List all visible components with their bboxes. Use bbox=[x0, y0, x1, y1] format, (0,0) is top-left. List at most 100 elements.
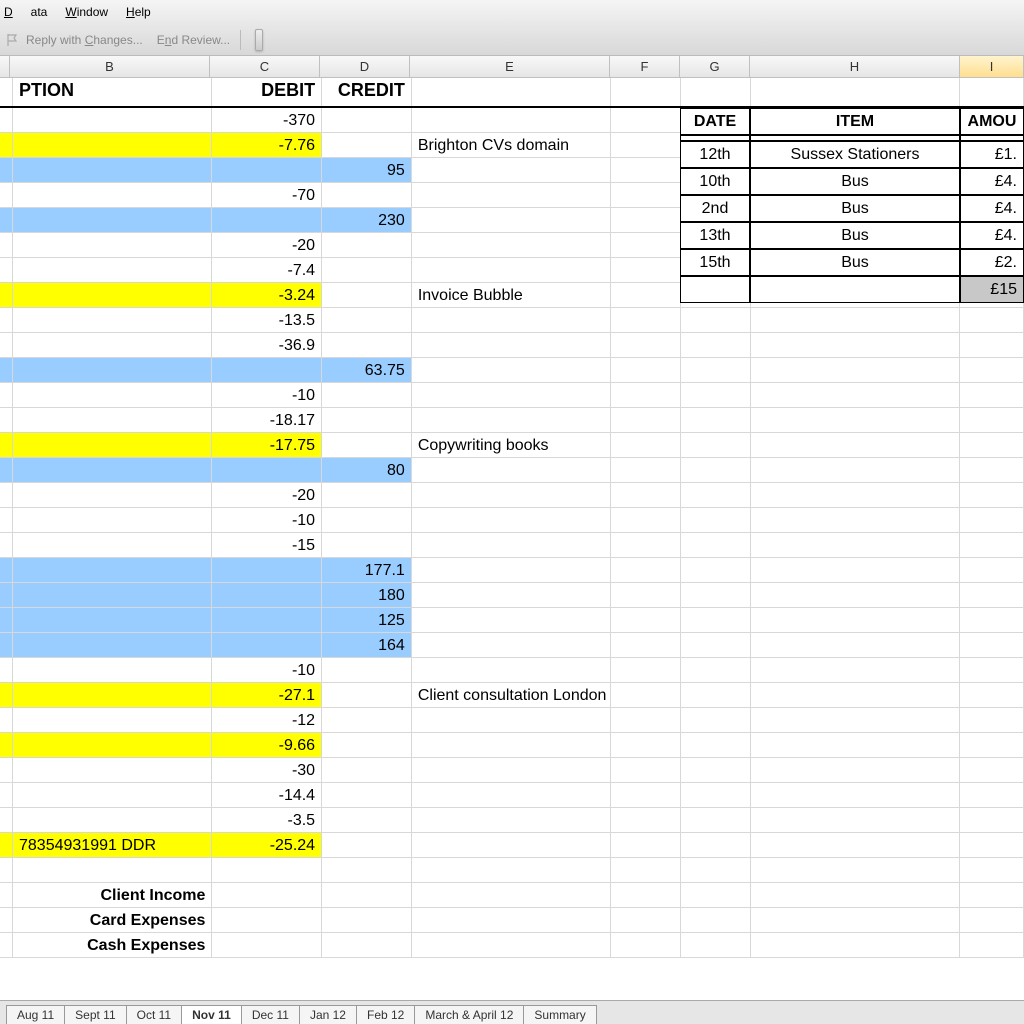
cell[interactable] bbox=[412, 858, 611, 882]
inner-cell[interactable]: £15 bbox=[960, 276, 1024, 303]
cell[interactable] bbox=[13, 508, 212, 532]
cell[interactable]: -14.4 bbox=[212, 783, 322, 807]
cell[interactable] bbox=[681, 533, 751, 557]
cell[interactable] bbox=[611, 733, 681, 757]
cell[interactable] bbox=[412, 108, 611, 132]
cell[interactable] bbox=[322, 833, 412, 857]
cell[interactable]: 230 bbox=[322, 208, 412, 232]
cell[interactable] bbox=[751, 633, 960, 657]
cell[interactable] bbox=[0, 783, 13, 807]
cell[interactable]: Brighton CVs domain bbox=[412, 133, 611, 157]
cell[interactable] bbox=[681, 558, 751, 582]
cell[interactable] bbox=[322, 308, 412, 332]
cell[interactable] bbox=[681, 683, 751, 707]
cell[interactable]: -3.24 bbox=[212, 283, 322, 307]
cell[interactable] bbox=[611, 558, 681, 582]
cell[interactable] bbox=[681, 583, 751, 607]
cell[interactable] bbox=[412, 758, 611, 782]
cell[interactable] bbox=[412, 883, 611, 907]
reply-changes-button[interactable]: Reply with Changes... bbox=[26, 33, 143, 47]
cell[interactable] bbox=[751, 458, 960, 482]
cell[interactable] bbox=[13, 483, 212, 507]
col-header-i[interactable]: I bbox=[960, 56, 1024, 77]
cell[interactable] bbox=[960, 433, 1024, 457]
cell[interactable] bbox=[751, 658, 960, 682]
cell[interactable] bbox=[611, 908, 681, 932]
cell[interactable] bbox=[681, 758, 751, 782]
cell[interactable] bbox=[322, 333, 412, 357]
cell[interactable] bbox=[681, 733, 751, 757]
cell[interactable] bbox=[412, 458, 611, 482]
cell[interactable] bbox=[611, 508, 681, 532]
col-header-c[interactable]: C bbox=[210, 56, 320, 77]
cell[interactable] bbox=[13, 158, 212, 182]
end-review-button[interactable]: End Review... bbox=[157, 33, 230, 47]
cell[interactable] bbox=[611, 783, 681, 807]
table-row[interactable]: -14.4 bbox=[0, 783, 1024, 808]
cell[interactable]: -370 bbox=[212, 108, 322, 132]
cell[interactable] bbox=[412, 158, 611, 182]
cell[interactable] bbox=[13, 583, 212, 607]
inner-cell[interactable]: 15th bbox=[680, 249, 750, 276]
cell[interactable] bbox=[960, 533, 1024, 557]
cell[interactable] bbox=[751, 583, 960, 607]
cell[interactable]: -17.75 bbox=[212, 433, 322, 457]
table-row[interactable]: -18.17 bbox=[0, 408, 1024, 433]
cell[interactable] bbox=[412, 658, 611, 682]
sheet-tab[interactable]: Dec 11 bbox=[241, 1005, 300, 1024]
cell[interactable]: -30 bbox=[212, 758, 322, 782]
cell[interactable] bbox=[13, 183, 212, 207]
cell[interactable] bbox=[611, 633, 681, 657]
cell[interactable] bbox=[412, 708, 611, 732]
cell[interactable] bbox=[681, 383, 751, 407]
table-row[interactable]: -15 bbox=[0, 533, 1024, 558]
cell[interactable] bbox=[681, 883, 751, 907]
cell[interactable] bbox=[681, 333, 751, 357]
table-row[interactable]: -27.1Client consultation London bbox=[0, 683, 1024, 708]
inner-cell[interactable]: Bus bbox=[750, 222, 960, 249]
cell[interactable] bbox=[751, 883, 960, 907]
cell[interactable] bbox=[611, 658, 681, 682]
cell[interactable] bbox=[13, 383, 212, 407]
cell[interactable]: -18.17 bbox=[212, 408, 322, 432]
inner-cell[interactable]: 2nd bbox=[680, 195, 750, 222]
cell[interactable]: 180 bbox=[322, 583, 412, 607]
cell[interactable] bbox=[611, 758, 681, 782]
cell[interactable] bbox=[212, 458, 322, 482]
inner-cell[interactable]: £4. bbox=[960, 168, 1024, 195]
cell[interactable] bbox=[611, 408, 681, 432]
cell[interactable] bbox=[611, 608, 681, 632]
cell[interactable] bbox=[212, 633, 322, 657]
cell[interactable] bbox=[322, 758, 412, 782]
cell[interactable] bbox=[960, 358, 1024, 382]
cell[interactable] bbox=[0, 233, 13, 257]
cell[interactable]: -36.9 bbox=[212, 333, 322, 357]
cell[interactable] bbox=[0, 633, 13, 657]
cell[interactable]: 177.1 bbox=[322, 558, 412, 582]
cell[interactable]: Client consultation London bbox=[412, 683, 611, 707]
table-row[interactable]: -36.9 bbox=[0, 333, 1024, 358]
table-row[interactable]: 180 bbox=[0, 583, 1024, 608]
cell[interactable] bbox=[611, 933, 681, 957]
cell[interactable] bbox=[212, 208, 322, 232]
cell[interactable] bbox=[960, 883, 1024, 907]
inner-cell[interactable]: 10th bbox=[680, 168, 750, 195]
cell[interactable] bbox=[0, 108, 13, 132]
cell[interactable] bbox=[681, 833, 751, 857]
toolbar-handle[interactable] bbox=[255, 29, 263, 51]
cell[interactable] bbox=[0, 533, 13, 557]
cell[interactable] bbox=[212, 608, 322, 632]
cell[interactable] bbox=[960, 508, 1024, 532]
cell[interactable] bbox=[0, 133, 13, 157]
col-header-f[interactable]: F bbox=[610, 56, 680, 77]
cell[interactable] bbox=[412, 258, 611, 282]
cell[interactable] bbox=[13, 208, 212, 232]
cell[interactable] bbox=[960, 858, 1024, 882]
cell[interactable] bbox=[322, 783, 412, 807]
cell[interactable] bbox=[960, 708, 1024, 732]
cell[interactable] bbox=[960, 333, 1024, 357]
sheet-tab[interactable]: March & April 12 bbox=[414, 1005, 524, 1024]
inner-cell[interactable]: 12th bbox=[680, 141, 750, 168]
sheet-tab[interactable]: Oct 11 bbox=[126, 1005, 182, 1024]
cell[interactable] bbox=[681, 408, 751, 432]
